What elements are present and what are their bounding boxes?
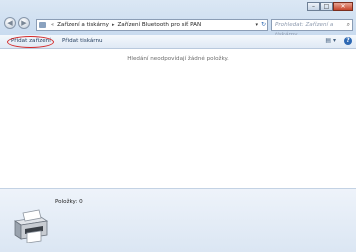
breadcrumb-separator: ▸ <box>111 22 115 28</box>
help-icon[interactable]: ? <box>344 37 352 45</box>
view-options-icon[interactable]: ▤ ▾ <box>325 37 336 44</box>
address-bar[interactable]: « Zařízení a tiskárny ▸ Zařízení Bluetoo… <box>36 19 268 31</box>
breadcrumb-item-devices[interactable]: Zařízení a tiskárny <box>57 22 109 28</box>
devices-folder-icon <box>39 22 46 28</box>
caption-buttons: – □ ✕ <box>307 2 353 11</box>
content-pane: Hledání neodpovídají žádné položky. <box>0 49 356 188</box>
address-dropdown-icon[interactable]: ▾ <box>255 20 258 30</box>
search-input[interactable]: Prohledat: Zařízení a tiskárny ⌕ <box>271 19 353 38</box>
minimize-button[interactable]: – <box>307 2 320 11</box>
close-button[interactable]: ✕ <box>333 2 353 11</box>
details-pane: Položky: 0 <box>0 188 356 252</box>
forward-arrow-icon[interactable]: ▶ <box>18 17 30 29</box>
maximize-button[interactable]: □ <box>320 2 333 11</box>
annotation-highlight-ellipse <box>7 36 54 48</box>
breadcrumb-item-bluetooth[interactable]: Zařízení Bluetooth pro síť PAN <box>117 22 201 28</box>
back-arrow-icon[interactable]: ◀ <box>4 17 16 29</box>
explorer-window: – □ ✕ ◀ ▶ « Zařízení a tiskárny ▸ Zaříze… <box>0 0 356 252</box>
printer-icon <box>13 209 49 243</box>
add-printer-button[interactable]: Přidat tiskárnu <box>62 37 103 46</box>
empty-results-message: Hledání neodpovídají žádné položky. <box>127 56 229 62</box>
search-icon[interactable]: ⌕ <box>347 20 350 30</box>
breadcrumb-separator: « <box>51 22 55 28</box>
item-count-label: Položky: 0 <box>55 199 83 205</box>
refresh-icon[interactable]: ↻ <box>261 20 266 30</box>
title-bar: – □ ✕ ◀ ▶ « Zařízení a tiskárny ▸ Zaříze… <box>0 0 356 38</box>
